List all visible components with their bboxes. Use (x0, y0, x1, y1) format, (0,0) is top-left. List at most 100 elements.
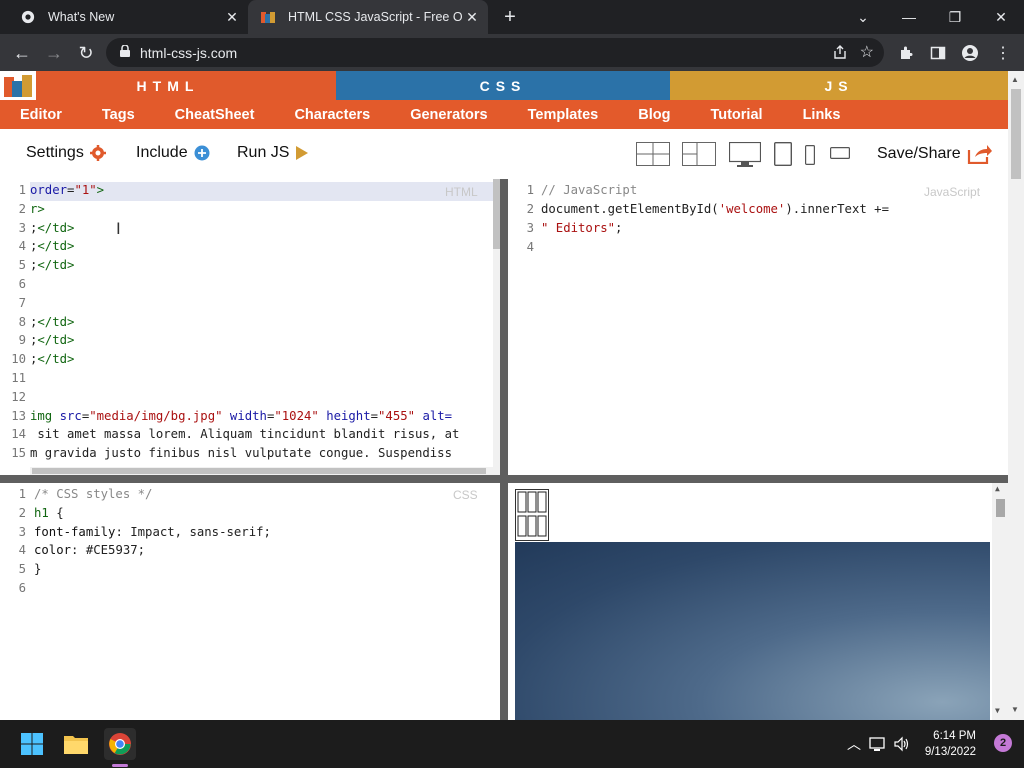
layout-split-icon[interactable] (682, 142, 716, 171)
js-editor[interactable]: JavaScript 1 // JavaScript 2 document.getEl… (508, 179, 1008, 475)
line-number: 9 (18, 333, 26, 348)
scroll-up-icon[interactable]: ▲ (995, 484, 1000, 493)
lock-icon[interactable] (120, 43, 130, 62)
code-line: font-family: Impact, sans-serif; (34, 524, 271, 539)
play-icon (295, 145, 309, 161)
mobile-landscape-icon[interactable] (830, 146, 850, 164)
close-tab-icon[interactable]: ✕ (222, 9, 242, 26)
tab-title: HTML CSS JavaScript - Free Onlin (288, 10, 462, 24)
new-tab-button[interactable]: + (498, 5, 522, 29)
scroll-down-icon[interactable]: ▼ (995, 706, 1000, 715)
menu-generators[interactable]: Generators (410, 107, 487, 123)
line-number: 13 (11, 408, 26, 423)
settings-button[interactable]: Settings (26, 144, 106, 162)
clock-date: 9/13/2022 (924, 746, 976, 758)
forward-icon[interactable]: → (40, 39, 68, 67)
tab-js[interactable]: JS (670, 71, 1008, 100)
html-pane-label: HTML (445, 185, 478, 199)
html-editor[interactable]: HTML 1 order="1"> 2 r> 3 ;</td> 4 ;</td> 5 ;</td>… (0, 179, 500, 475)
tab-title: What's New (48, 10, 115, 24)
menu-links[interactable]: Links (803, 107, 841, 123)
tab-html[interactable]: HTML (0, 71, 336, 100)
tab-css[interactable]: CSS (336, 71, 670, 100)
windows-start-icon[interactable] (16, 728, 48, 760)
line-number: 6 (18, 277, 26, 291)
menu-editor[interactable]: Editor (20, 107, 62, 123)
code-line: } (34, 562, 42, 577)
minimize-icon[interactable]: — (886, 0, 932, 34)
code-line: sit amet massa lorem. Aliquam tincidunt … (30, 427, 460, 442)
web-page: HTML CSS JS Editor Tags CheatSheet Chara… (0, 71, 1008, 720)
run-js-label: Run JS (237, 144, 290, 161)
close-window-icon[interactable]: ✕ (978, 0, 1024, 34)
extensions-icon[interactable] (895, 42, 917, 64)
line-number: 3 (18, 220, 26, 235)
side-panel-icon[interactable] (927, 42, 949, 64)
tablet-view-icon[interactable] (773, 141, 793, 171)
reload-icon[interactable]: ↻ (72, 39, 100, 67)
windows-taskbar: ︿ 6:14 PM 9/13/2022 2 (0, 720, 1024, 768)
back-icon[interactable]: ← (8, 39, 36, 67)
profile-icon[interactable] (959, 42, 981, 64)
scroll-up-icon[interactable]: ▲ (1011, 75, 1019, 84)
text-cursor-icon: I (116, 219, 121, 238)
line-number: 6 (18, 581, 26, 595)
tab-whats-new[interactable]: What's New ✕ (8, 0, 248, 34)
page-scrollbar[interactable]: ▲ ▼ (1008, 71, 1024, 720)
line-number: 11 (11, 371, 26, 385)
share-icon[interactable] (832, 44, 848, 65)
line-number: 5 (18, 562, 26, 577)
line-number: 3 (526, 221, 534, 235)
css-editor[interactable]: CSS 1 /* CSS styles */ 2 h1 {3 font-family: … (0, 483, 500, 720)
code-line: ;</td> (30, 239, 75, 254)
system-clock[interactable]: 6:14 PM 9/13/2022 (925, 728, 976, 760)
chrome-menu-icon[interactable]: ⋮ (992, 42, 1014, 64)
line-number: 1 (18, 487, 26, 501)
save-share-button[interactable]: Save/Share (877, 144, 993, 164)
menu-tags[interactable]: Tags (102, 107, 135, 123)
code-line: h1 { (34, 505, 64, 520)
bookmark-star-icon[interactable]: ☆ (860, 42, 874, 62)
menu-blog[interactable]: Blog (638, 107, 670, 123)
vertical-splitter[interactable] (500, 179, 508, 720)
menu-tutorial[interactable]: Tutorial (710, 107, 762, 123)
volume-icon[interactable] (886, 728, 918, 760)
menu-templates[interactable]: Templates (528, 107, 599, 123)
tab-search-icon[interactable]: ⌄ (840, 0, 886, 34)
tab-html-css-js[interactable]: HTML CSS JavaScript - Free Onlin ✕ (248, 0, 488, 34)
chrome-taskbar-icon[interactable] (104, 728, 136, 760)
horizontal-splitter[interactable] (0, 475, 1008, 483)
plus-circle-icon (194, 145, 210, 161)
code-line: ;</td> (30, 352, 75, 367)
menu-cheatsheet[interactable]: CheatSheet (175, 107, 255, 123)
layout-grid-icon[interactable] (636, 142, 670, 171)
mobile-view-icon[interactable] (805, 145, 816, 170)
line-number: 8 (18, 314, 26, 329)
scroll-down-icon[interactable]: ▼ (1011, 705, 1019, 714)
menu-characters[interactable]: Characters (294, 107, 370, 123)
line-number: 1 (18, 183, 26, 197)
preview-pane[interactable]: ▲ ▼ (508, 483, 1008, 720)
omnibox[interactable]: html-css-js.com ☆ (106, 38, 884, 67)
line-number: 3 (18, 524, 26, 539)
page-scroll-thumb[interactable] (1011, 89, 1021, 179)
line-number: 2 (526, 202, 534, 216)
restore-icon[interactable]: ❐ (932, 0, 978, 34)
html-horizontal-scrollbar[interactable] (30, 467, 493, 475)
file-explorer-icon[interactable] (60, 728, 92, 760)
notification-badge[interactable]: 2 (994, 734, 1012, 752)
code-line: // JavaScript (541, 183, 638, 197)
include-button[interactable]: Include (136, 144, 210, 162)
code-line: img src="media/img/bg.jpg" width="1024" … (30, 408, 453, 423)
close-tab-icon[interactable]: ✕ (462, 9, 482, 26)
line-number: 4 (526, 240, 534, 254)
code-line: ;</td> (30, 333, 75, 348)
html-vertical-scrollbar[interactable] (493, 179, 500, 475)
desktop-view-icon[interactable] (728, 141, 762, 173)
preview-scrollbar[interactable]: ▲ ▼ (992, 483, 1008, 720)
code-line: document.getElementById('welcome').inner… (541, 202, 889, 216)
clock-time: 6:14 PM (933, 730, 976, 742)
run-js-button[interactable]: Run JS (237, 144, 309, 162)
line-number: 7 (18, 295, 26, 310)
site-logo[interactable] (0, 71, 36, 100)
